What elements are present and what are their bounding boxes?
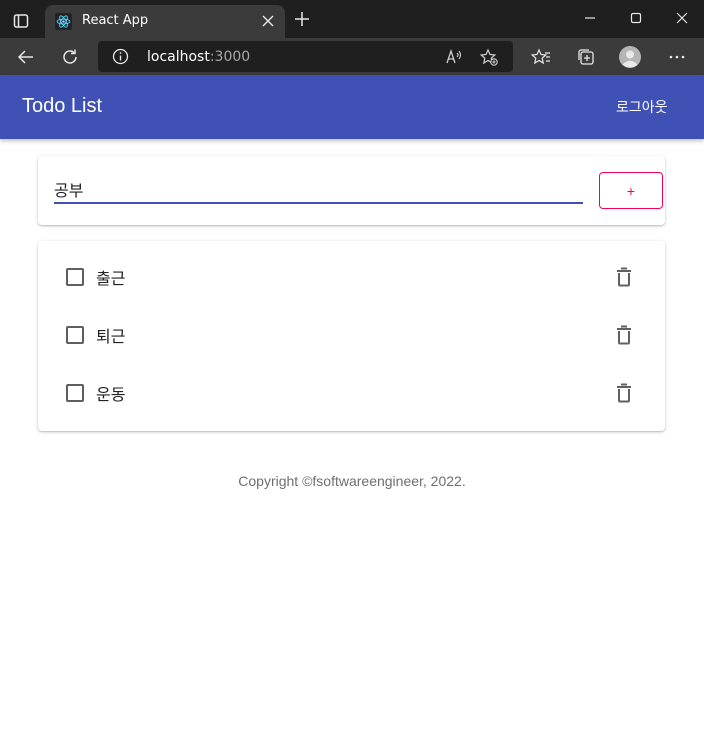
tab-close-icon[interactable]	[259, 12, 277, 30]
maximize-icon[interactable]	[616, 4, 656, 32]
browser-tab-bar: React App	[0, 0, 704, 38]
address-bar[interactable]: localhost:3000	[98, 41, 513, 72]
add-todo-card: +	[38, 156, 665, 225]
todo-title[interactable]: 출근	[96, 265, 125, 289]
todo-title[interactable]: 운동	[96, 381, 125, 405]
delete-icon[interactable]	[611, 322, 637, 348]
app-title: Todo List	[22, 95, 103, 117]
read-aloud-icon[interactable]	[443, 46, 465, 68]
todo-item: 출근	[38, 249, 665, 307]
delete-icon[interactable]	[611, 264, 637, 290]
new-tab-icon[interactable]	[292, 9, 312, 29]
collections-icon[interactable]	[573, 44, 599, 70]
todo-item: 퇴근	[38, 307, 665, 365]
app-bar: Todo List 로그아웃	[0, 75, 704, 139]
copyright-text: Copyright ©fsoftwareengineer, 2022.	[238, 473, 466, 489]
url-host: localhost	[147, 49, 210, 65]
minimize-icon[interactable]	[570, 4, 610, 32]
window-close-icon[interactable]	[662, 4, 702, 32]
site-info-icon[interactable]	[112, 48, 129, 65]
url-port: :3000	[209, 49, 251, 65]
tab-actions-icon[interactable]	[8, 8, 34, 34]
browser-tab[interactable]: React App	[45, 5, 285, 38]
browser-toolbar: localhost:3000	[0, 38, 704, 75]
add-favorite-icon[interactable]	[478, 46, 500, 68]
profile-avatar-icon[interactable]	[617, 44, 643, 70]
back-arrow-icon[interactable]	[11, 42, 41, 72]
todo-checkbox[interactable]	[66, 326, 84, 344]
tab-title: React App	[82, 13, 149, 28]
todo-checkbox[interactable]	[66, 268, 84, 286]
delete-icon[interactable]	[611, 380, 637, 406]
todo-input[interactable]	[54, 172, 583, 204]
todo-item: 운동	[38, 365, 665, 423]
refresh-icon[interactable]	[55, 42, 85, 72]
todo-checkbox[interactable]	[66, 384, 84, 402]
favorites-icon[interactable]	[528, 44, 554, 70]
add-todo-button[interactable]: +	[599, 172, 663, 209]
more-menu-icon[interactable]	[664, 44, 690, 70]
logout-button[interactable]: 로그아웃	[608, 95, 676, 121]
todo-list: 출근 퇴근 운동	[38, 241, 665, 431]
todo-title[interactable]: 퇴근	[96, 323, 125, 347]
react-logo-icon	[55, 13, 72, 30]
url-text: localhost:3000	[147, 49, 250, 65]
